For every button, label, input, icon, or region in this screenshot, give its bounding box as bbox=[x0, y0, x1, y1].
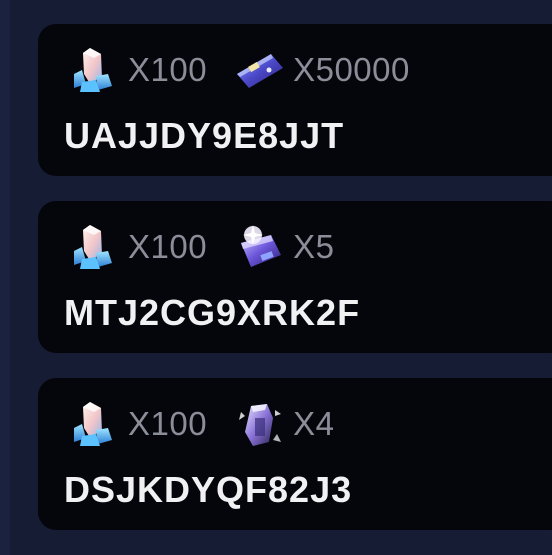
reward-quantity: X5 bbox=[293, 228, 335, 265]
reward-item: X5 bbox=[231, 221, 334, 273]
redeem-code[interactable]: MTJ2CG9XRK2F bbox=[64, 291, 360, 335]
reward-quantity: X4 bbox=[293, 405, 335, 442]
app-background: X100 X50000 UAJJDY9E8JJT X100 X5 MTJ2CG9… bbox=[0, 0, 552, 555]
reward-item: X100 bbox=[66, 398, 207, 450]
lantern-icon bbox=[231, 398, 287, 450]
reward-quantity: X100 bbox=[128, 405, 208, 442]
reward-item: X4 bbox=[231, 398, 334, 450]
redeem-code-card[interactable]: X100 bbox=[38, 378, 552, 530]
crystal-icon bbox=[66, 398, 122, 450]
reward-item: X100 bbox=[66, 221, 207, 273]
left-edge-panel bbox=[0, 0, 10, 555]
reward-quantity: X50000 bbox=[293, 51, 410, 88]
redeem-code-card[interactable]: X100 bbox=[38, 201, 552, 353]
crystal-icon bbox=[66, 44, 122, 96]
reward-list: X100 bbox=[66, 400, 358, 448]
reward-quantity: X100 bbox=[128, 228, 208, 265]
redeem-code[interactable]: UAJJDY9E8JJT bbox=[64, 114, 344, 158]
crystal-icon bbox=[66, 221, 122, 273]
reward-item: X50000 bbox=[231, 44, 410, 96]
reward-list: X100 bbox=[66, 223, 358, 271]
reward-list: X100 bbox=[66, 46, 434, 94]
sparkle-box-icon bbox=[231, 221, 287, 273]
redeem-code[interactable]: DSJKDYQF82J3 bbox=[64, 468, 352, 512]
reward-item: X100 bbox=[66, 44, 207, 96]
redeem-code-card[interactable]: X100 bbox=[38, 24, 552, 176]
reward-quantity: X100 bbox=[128, 51, 208, 88]
ticket-icon bbox=[231, 44, 287, 96]
